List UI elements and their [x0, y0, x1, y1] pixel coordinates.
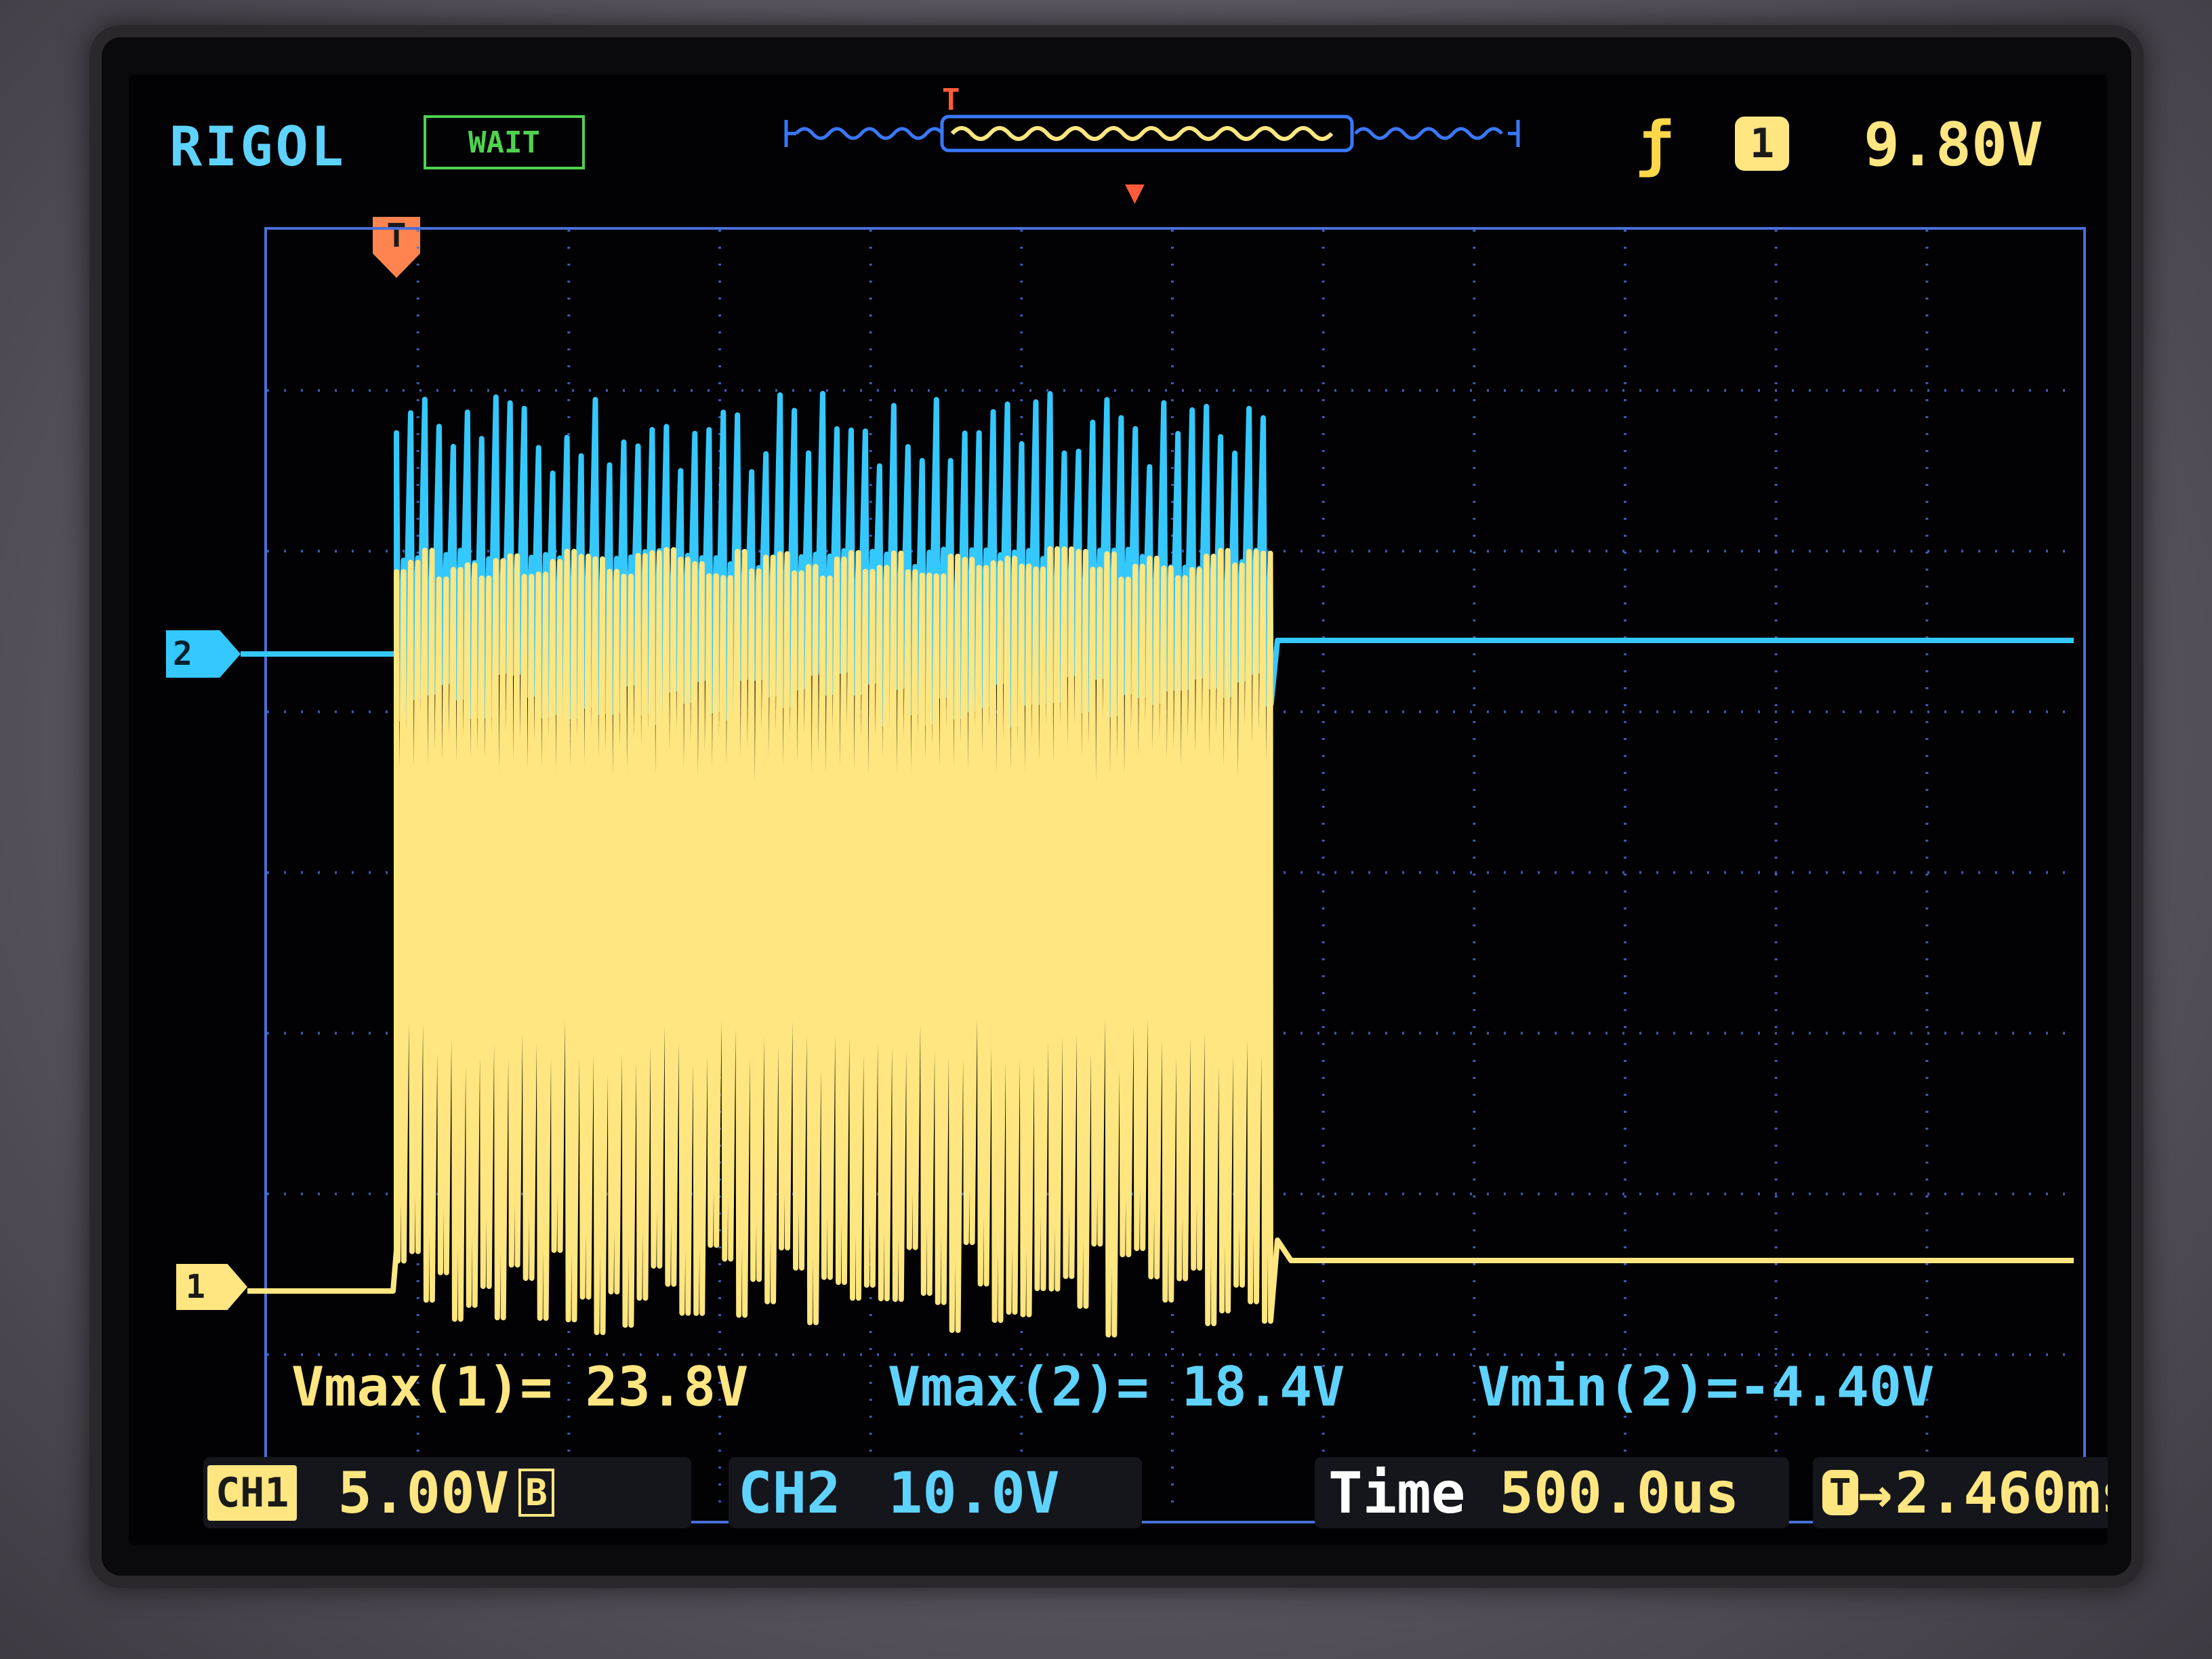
ch2-scale: 10.0V: [888, 1459, 1060, 1526]
ch1-scale: 5.00V: [337, 1459, 510, 1526]
waveform-display: [241, 230, 2078, 1515]
time-label: Time: [1328, 1459, 1466, 1526]
ch1-status[interactable]: CH1 5.00V B: [203, 1457, 691, 1528]
time-scale: 500.0us: [1499, 1459, 1740, 1526]
trigger-offset-status[interactable]: T → 2.460ms: [1813, 1457, 2108, 1528]
timebase-status[interactable]: Time 500.0us: [1315, 1457, 1789, 1528]
measurement-vmin-ch2: Vmin(2)=-4.40V: [1477, 1355, 1935, 1418]
trigger-offset-value: 2.460ms: [1895, 1459, 2108, 1526]
scope-screen: RIGOL WAIT T ▼ ƒ 1 9.80V T 2 1 Vmax(1)= …: [129, 75, 2108, 1545]
measurement-vmax-ch1: Vmax(1)= 23.8V: [291, 1355, 749, 1418]
trigger-offset-icon: T: [1822, 1470, 1858, 1515]
ch2-status[interactable]: CH2 10.0V: [729, 1457, 1142, 1528]
ch1-waveform: [247, 546, 2074, 1338]
status-bar: CH1 5.00V B CH2 10.0V Time 500.0us T → 2…: [203, 1457, 2108, 1532]
ch2-label: CH2: [738, 1459, 841, 1526]
measurement-vmax-ch2: Vmax(2)= 18.4V: [888, 1355, 1345, 1418]
bandwidth-limit-icon: B: [518, 1469, 554, 1517]
ch1-label: CH1: [207, 1465, 298, 1521]
right-arrow-icon: →: [1858, 1459, 1893, 1526]
